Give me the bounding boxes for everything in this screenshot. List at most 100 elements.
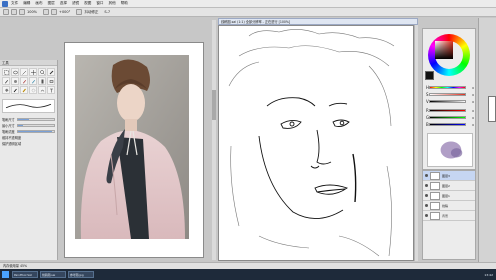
lineart-canvas[interactable] (218, 25, 414, 261)
lineart-canvas-title[interactable]: 线稿图.sai (1:1) 全部分辨率 - 正在进行 [100%] (218, 18, 418, 25)
visibility-eye-icon[interactable] (425, 204, 428, 207)
reference-photo-drawing (75, 55, 189, 239)
stabilizer-value[interactable]: S-7 (104, 10, 110, 14)
hue-slider-row: H 0 (426, 85, 474, 90)
pen-tool-icon[interactable] (2, 77, 10, 85)
menu-item-file[interactable]: 文件 (11, 1, 18, 6)
layer-item[interactable]: 背景 (423, 211, 475, 221)
blur-tool-icon[interactable] (29, 86, 37, 94)
taskbar-app-reference[interactable]: 参考图.jpg (68, 271, 94, 278)
magic-wand-icon[interactable] (20, 68, 28, 76)
layer-item[interactable]: 图层1 (423, 191, 475, 201)
saturation-slider-value: 0 (472, 92, 474, 97)
min-size-slider[interactable] (16, 123, 55, 127)
zoom-value[interactable]: 100% (27, 10, 37, 14)
layer-name: 图层3 (442, 173, 450, 178)
blue-slider[interactable] (428, 123, 466, 126)
airbrush-tool-icon[interactable] (11, 77, 19, 85)
scratchpad-stroke (440, 141, 463, 159)
tool-grid (0, 66, 57, 96)
select-tool-icon[interactable] (2, 68, 10, 76)
red-slider[interactable] (428, 109, 466, 112)
toolbar: 100% +000° 抖动修正 S-7 (0, 8, 496, 17)
redo-button[interactable] (11, 9, 17, 15)
stabilizer-label: 抖动修正 (84, 9, 99, 14)
move-tool-icon[interactable] (29, 68, 37, 76)
color-panel: H 0 S 0 V 0 R 0 G 0 B 0 (422, 28, 476, 170)
taskbar-app-sai[interactable]: PaintTool SAI (12, 271, 38, 278)
saturation-slider[interactable] (428, 93, 466, 96)
status-bar: 内存使用量 45% (0, 262, 496, 269)
menu-item-select[interactable]: 选择 (60, 1, 67, 6)
brush-size-slider[interactable] (16, 117, 55, 121)
start-button-icon[interactable] (2, 271, 9, 278)
saturation-value-square[interactable] (435, 41, 453, 59)
angle-value[interactable]: +000° (59, 10, 70, 14)
navigator-thumbnail[interactable] (488, 96, 496, 122)
min-size-label: 最小尺寸 (2, 123, 15, 128)
density-slider[interactable] (16, 129, 55, 133)
layer-thumbnail (430, 171, 440, 180)
brush-tool-icon[interactable] (20, 77, 28, 85)
lasso-tool-icon[interactable] (11, 68, 19, 76)
layer-thumbnail (430, 211, 440, 220)
reference-canvas-scrollbar[interactable] (212, 20, 216, 260)
undo-button[interactable] (3, 9, 9, 15)
zoom-out-button[interactable] (51, 9, 58, 15)
deselect-button[interactable] (19, 9, 25, 15)
taskbar-app-lineart[interactable]: 线稿图.sai (40, 271, 66, 278)
reference-canvas-scroll-thumb[interactable] (212, 90, 216, 120)
value-slider-value: 0 (472, 99, 474, 104)
menu-item-view[interactable]: 视图 (84, 1, 91, 6)
hue-slider-value: 0 (472, 85, 474, 90)
visibility-eye-icon[interactable] (425, 194, 428, 197)
green-slider-row: G 0 (426, 115, 474, 120)
option-protect-transparency-label: 保护透明区域 (2, 141, 22, 146)
brush-size-label: 笔刷尺寸 (2, 117, 15, 122)
right-dock (478, 18, 496, 262)
brush-stroke-preview (2, 99, 55, 113)
menu-item-window[interactable]: 窗口 (96, 1, 103, 6)
zoom-tool-icon[interactable] (38, 68, 46, 76)
layer-name: 图层2 (442, 183, 450, 188)
min-size-fill (17, 124, 24, 126)
zoom-in-button[interactable] (43, 9, 50, 15)
menu-item-edit[interactable]: 编辑 (23, 1, 30, 6)
hue-slider[interactable] (429, 86, 466, 89)
red-slider-value: 0 (472, 108, 474, 113)
value-slider-row: V 0 (426, 99, 474, 104)
option-keep-opacity-label: 维持不透明度 (2, 135, 22, 140)
menu-item-layer[interactable]: 图层 (48, 1, 55, 6)
marker-tool-icon[interactable] (38, 77, 46, 85)
watercolor-tool-icon[interactable] (29, 77, 37, 85)
density-fill (17, 130, 53, 132)
menu-item-filter[interactable]: 滤镜 (72, 1, 79, 6)
menu-item-help[interactable]: 帮助 (121, 1, 128, 6)
rotate-button[interactable] (76, 9, 83, 15)
eyedropper-icon[interactable] (47, 68, 55, 76)
layer-name: 线稿 (442, 203, 449, 208)
text-tool-icon[interactable] (47, 86, 55, 94)
visibility-eye-icon[interactable] (425, 184, 428, 187)
eraser-tool-icon[interactable] (47, 77, 55, 85)
lineart-canvas-scrollbar[interactable] (414, 25, 418, 261)
layer-item[interactable]: 图层2 (423, 181, 475, 191)
visibility-eye-icon[interactable] (425, 174, 428, 177)
value-slider[interactable] (428, 100, 466, 103)
layer-item[interactable]: 图层3 (423, 171, 475, 181)
pencil-tool-icon[interactable] (20, 86, 28, 94)
smudge-tool-icon[interactable] (38, 86, 46, 94)
blue-slider-value: 0 (472, 122, 474, 127)
scratchpad[interactable] (427, 133, 473, 167)
density-label: 笔刷浓度 (2, 129, 15, 134)
menu-item-other[interactable]: 其他 (109, 1, 116, 6)
option-protect-transparency[interactable]: 保护透明区域 (0, 140, 57, 146)
app-logo-icon (2, 0, 8, 7)
binary-pen-icon[interactable] (11, 86, 19, 94)
visibility-eye-icon[interactable] (425, 214, 428, 217)
menu-item-canvas[interactable]: 画布 (35, 1, 42, 6)
primary-color-swatch[interactable] (425, 71, 434, 80)
layer-item[interactable]: 线稿 (423, 201, 475, 211)
bucket-tool-icon[interactable] (2, 86, 10, 94)
green-slider[interactable] (429, 116, 466, 119)
